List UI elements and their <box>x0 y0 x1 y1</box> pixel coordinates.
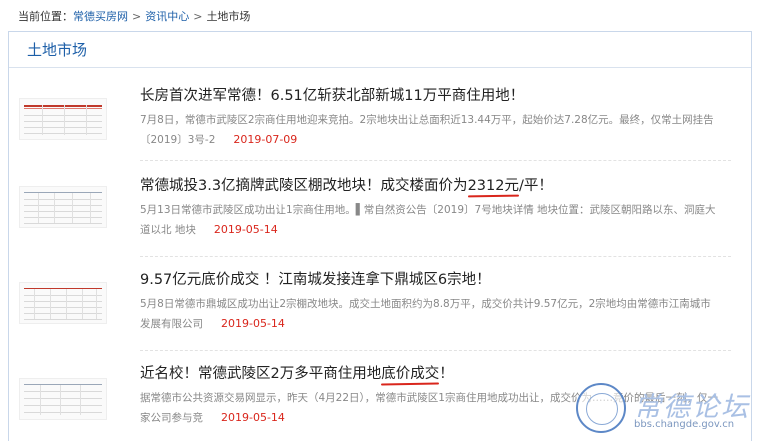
article-thumbnail[interactable] <box>19 378 107 420</box>
panel-header: 土地市场 <box>9 32 751 68</box>
article-title-link[interactable]: 近名校！常德武陵区2万多平商住用地底价成交！ <box>140 362 454 383</box>
divider <box>140 350 731 351</box>
breadcrumb-separator: > <box>193 10 203 23</box>
article-date: 2019-05-14 <box>221 317 285 330</box>
article-item: 常德城投3.3亿摘牌武陵区棚改地块！成交楼面价为2312元/平！ 5月13日常德… <box>9 168 751 248</box>
breadcrumb-separator: > <box>132 10 142 23</box>
article-title-link[interactable]: 常德城投3.3亿摘牌武陵区棚改地块！成交楼面价为2312元/平！ <box>140 174 553 195</box>
article-thumbnail[interactable] <box>19 98 107 140</box>
breadcrumb-prefix: 当前位置： <box>18 10 73 23</box>
article-thumbnail[interactable] <box>19 186 107 228</box>
divider <box>140 160 731 161</box>
watermark-url: bbs.changde.gov.cn <box>634 419 735 430</box>
article-title-text: 9.57亿元底价成交 ！江南城发接连拿下鼎城区6宗地！ <box>140 272 491 288</box>
divider <box>140 256 731 257</box>
article-title-text: 长房首次进军常德！6.51亿斩获北部新城11万平商住用地！ <box>140 88 525 104</box>
article-item: 9.57亿元底价成交 ！江南城发接连拿下鼎城区6宗地！ 5月8日常德市鼎城区成功… <box>9 262 751 342</box>
article-title-link[interactable]: 9.57亿元底价成交 ！江南城发接连拿下鼎城区6宗地！ <box>140 268 491 289</box>
article-summary-text: 7月8日，常德市武陵区2宗商住用地迎来竞拍。2宗地块出让总面积近13.44万平，… <box>140 114 714 146</box>
article-date: 2019-07-09 <box>233 133 298 146</box>
article-title-suffix: ！ <box>439 366 454 382</box>
article-summary: 7月8日，常德市武陵区2宗商住用地迎来竞拍。2宗地块出让总面积近13.44万平，… <box>140 111 720 150</box>
land-market-panel: 土地市场 长房首次进军常德！6.51亿斩获北部新城11万平商住用地！ 7月8日，… <box>8 31 752 441</box>
article-title-suffix: /平！ <box>518 178 553 194</box>
article-summary: 5月8日常德市鼎城区成功出让2宗棚改地块。成交土地面积约为8.8万平，成交价共计… <box>140 295 720 334</box>
breadcrumb-current: 土地市场 <box>206 10 251 23</box>
article-date: 2019-05-14 <box>213 223 278 236</box>
article-item: 长房首次进军常德！6.51亿斩获北部新城11万平商住用地！ 7月8日，常德市武陵… <box>9 78 751 158</box>
breadcrumb-link-news[interactable]: 资讯中心 <box>145 10 189 23</box>
forum-watermark: 常德论坛 bbs.changde.gov.cn <box>576 383 752 435</box>
article-summary: 5月13日常德市武陵区成功出让1宗商住用地。▌常自然资公告〔2019〕7号地块详… <box>140 201 720 240</box>
highlighted-phrase: 底价成交 <box>381 366 440 382</box>
article-date: 2019-05-14 <box>221 411 285 424</box>
highlighted-price: 2312元 <box>467 178 519 194</box>
article-title-text: 常德城投3.3亿摘牌武陵区棚改地块！成交楼面价为 <box>140 178 468 194</box>
article-title-text: 近名校！常德武陵区2万多平商住用地 <box>140 366 382 382</box>
article-thumbnail[interactable] <box>19 282 107 324</box>
breadcrumb: 当前位置：常德买房网 > 资讯中心 > 土地市场 <box>18 8 250 24</box>
breadcrumb-link-home[interactable]: 常德买房网 <box>73 10 128 23</box>
panel-title: 土地市场 <box>27 41 88 59</box>
article-title-link[interactable]: 长房首次进军常德！6.51亿斩获北部新城11万平商住用地！ <box>140 84 524 105</box>
seal-icon <box>576 383 626 433</box>
